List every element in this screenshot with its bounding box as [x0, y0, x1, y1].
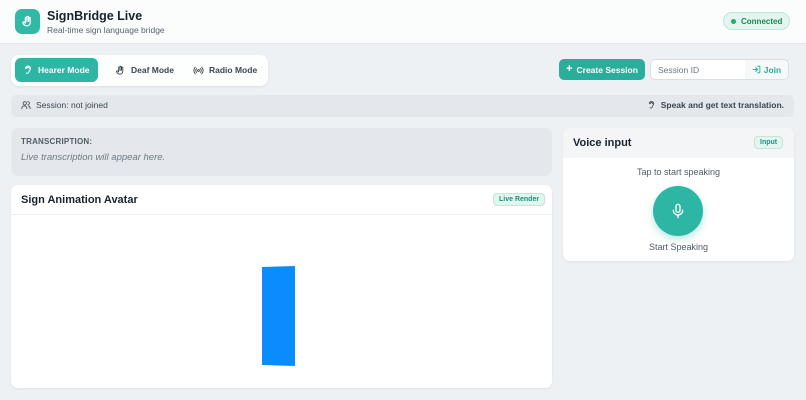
- hand-icon: [15, 9, 40, 34]
- ear-icon: [648, 101, 654, 109]
- hearer-mode-button[interactable]: Hearer Mode: [15, 58, 98, 82]
- start-speaking-label: Start Speaking: [648, 242, 709, 252]
- avatar-card-title: Sign Animation Avatar: [21, 194, 138, 206]
- transcription-placeholder: Live transcription will appear here.: [21, 152, 166, 163]
- session-id-input[interactable]: [650, 59, 746, 80]
- input-badge: Input: [754, 136, 784, 149]
- session-status-text: Session: not joined: [36, 100, 108, 110]
- avatar-render-canvas: [262, 266, 295, 366]
- session-status-bar: Session: not joined Speak and get text t…: [11, 95, 794, 117]
- microphone-icon: [672, 203, 684, 219]
- deaf-mode-label: Deaf Mode: [131, 65, 174, 75]
- plus-icon: +: [566, 63, 573, 75]
- create-session-label: Create Session: [576, 64, 638, 75]
- voice-card-title: Voice input: [573, 137, 632, 149]
- app-header: SignBridge Live Real-time sign language …: [0, 0, 806, 44]
- app-subtitle: Real-time sign language bridge: [47, 25, 165, 35]
- ear-icon: [25, 65, 32, 74]
- radio-mode-label: Radio Mode: [209, 65, 258, 75]
- transcription-panel: TRANSCRIPTION: Live transcription will a…: [11, 128, 552, 176]
- app-title: SignBridge Live: [47, 9, 143, 23]
- voice-hint-text: Tap to start speaking: [636, 167, 721, 177]
- start-speaking-button[interactable]: [653, 186, 703, 236]
- radio-mode-button[interactable]: Radio Mode: [185, 58, 265, 82]
- transcription-label: TRANSCRIPTION:: [21, 137, 93, 146]
- avatar-render-shape: [262, 266, 295, 366]
- sign-avatar-card: Sign Animation Avatar Live Render: [11, 185, 552, 388]
- hand-icon: [116, 65, 124, 75]
- radio-icon: [193, 66, 204, 74]
- join-label: Join: [763, 64, 782, 75]
- deaf-mode-button[interactable]: Deaf Mode: [107, 58, 182, 82]
- join-button[interactable]: Join: [745, 59, 789, 80]
- login-icon: [752, 65, 761, 74]
- create-session-button[interactable]: + Create Session: [559, 59, 645, 80]
- voice-input-card: Voice input Input Tap to start speaking …: [563, 128, 794, 261]
- live-render-badge: Live Render: [493, 193, 546, 206]
- users-icon: [21, 101, 31, 110]
- connection-status-text: Connected: [741, 16, 783, 26]
- status-dot-icon: [731, 18, 736, 24]
- connection-status-badge: Connected: [723, 12, 790, 30]
- hearer-mode-label: Hearer Mode: [38, 65, 90, 75]
- mode-hint-text: Speak and get text translation.: [660, 100, 784, 110]
- mode-selector: Hearer Mode Deaf Mode Radio Mode: [11, 55, 268, 86]
